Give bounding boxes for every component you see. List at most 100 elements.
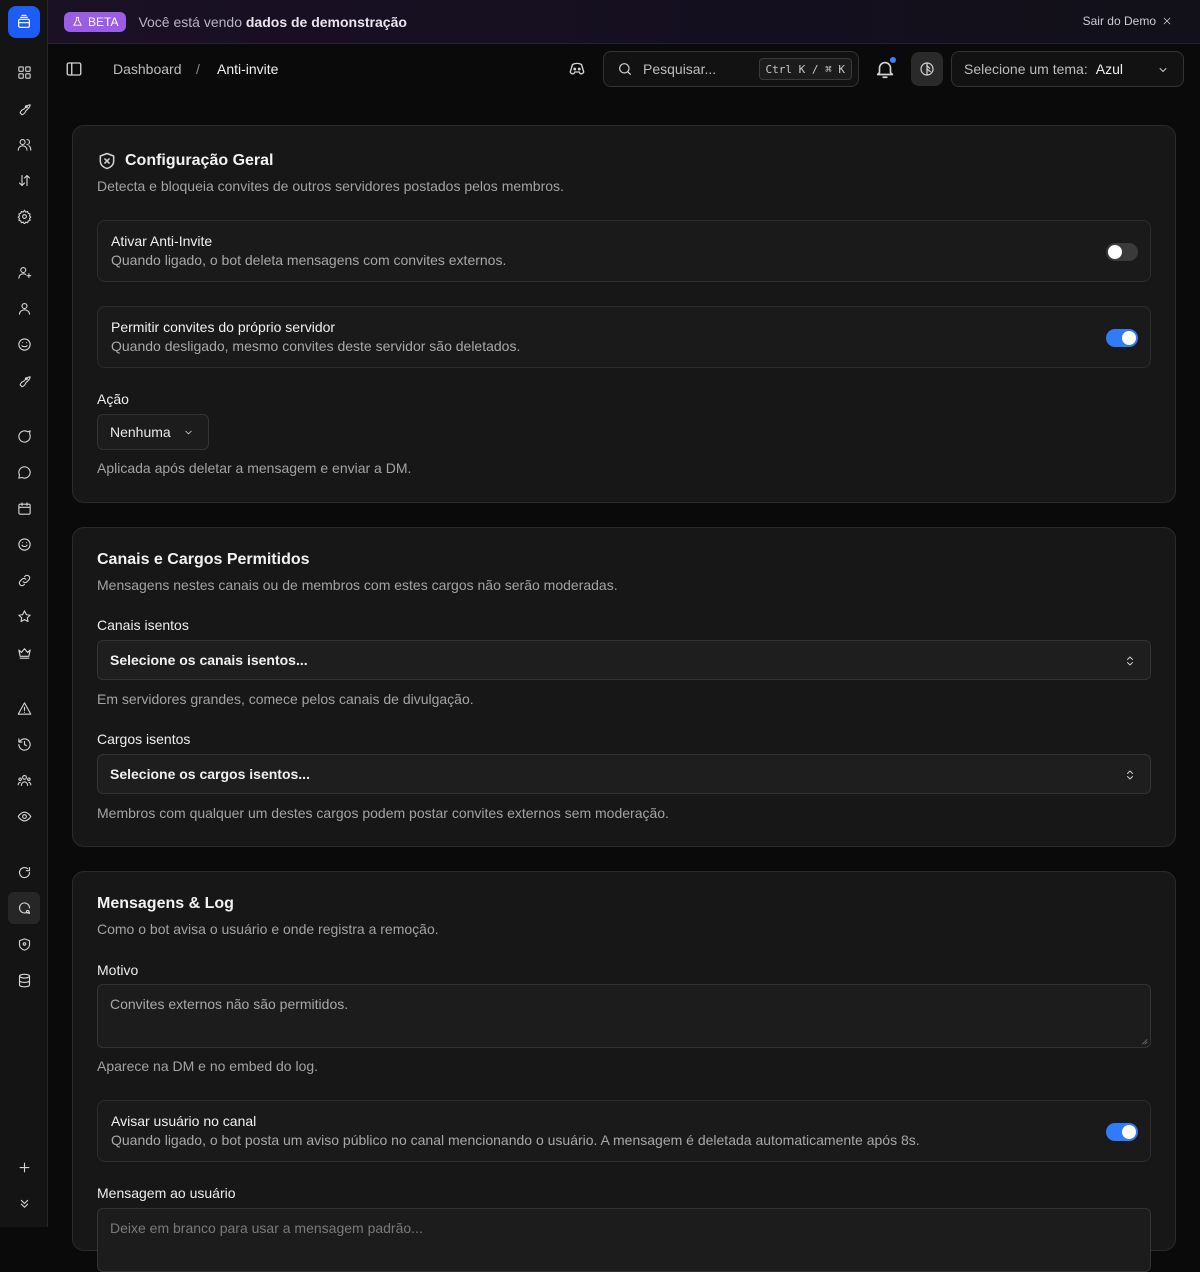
banner-text: Você está vendo dados de demonstração <box>138 14 406 30</box>
eye-icon[interactable] <box>12 804 36 828</box>
user-message-textarea[interactable]: Deixe em branco para usar a mensagem pad… <box>97 1208 1151 1272</box>
chevrons-up-down-icon <box>1127 656 1133 666</box>
calendar-icon[interactable] <box>12 496 36 520</box>
discord-icon[interactable] <box>568 60 586 78</box>
enable-anti-invite-row: Ativar Anti-Invite Quando ligado, o bot … <box>97 220 1151 282</box>
warn-user-description: Quando ligado, o bot posta um aviso públ… <box>111 1132 920 1148</box>
user-plus-icon[interactable] <box>12 260 36 284</box>
warning-icon[interactable] <box>12 696 36 720</box>
dashboard-icon[interactable] <box>12 60 36 84</box>
refresh-message-icon[interactable] <box>12 860 36 884</box>
rocket-icon[interactable] <box>12 96 36 120</box>
theme-select-value: Azul <box>1095 61 1123 77</box>
link-icon[interactable] <box>12 568 36 592</box>
general-config-card: Configuração Geral Detecta e bloqueia co… <box>72 125 1176 503</box>
exempt-roles-placeholder: Selecione os cargos isentos... <box>110 766 310 782</box>
allow-own-invites-description: Quando desligado, mesmo convites deste s… <box>111 338 521 354</box>
messages-log-card: Mensagens & Log Como o bot avisa o usuár… <box>72 871 1176 1272</box>
banner-text-prefix: Você está vendo <box>138 13 246 30</box>
server-stack-icon <box>18 14 30 28</box>
smile-icon[interactable] <box>12 332 36 356</box>
resize-handle-icon[interactable] <box>1140 1037 1148 1045</box>
reason-label: Motivo <box>97 962 139 978</box>
history-icon[interactable] <box>12 732 36 756</box>
general-config-description: Detecta e bloqueia convites de outros se… <box>97 178 564 194</box>
beta-badge-label: BETA <box>88 14 119 29</box>
contrast-icon <box>920 62 934 76</box>
reason-value: Convites externos não são permitidos. <box>110 996 349 1012</box>
crown-icon[interactable] <box>12 640 36 664</box>
chevron-down-icon <box>185 430 192 435</box>
sidebar <box>0 0 48 1227</box>
settings-icon[interactable] <box>12 204 36 228</box>
beta-badge: BETA <box>64 11 127 32</box>
reason-textarea[interactable]: Convites externos não são permitidos. <box>97 984 1151 1048</box>
exempt-channels-placeholder: Selecione os canais isentos... <box>110 652 308 668</box>
messages-title: Mensagens & Log <box>97 895 234 912</box>
shield-x-icon <box>99 152 115 170</box>
plus-icon[interactable] <box>12 1155 36 1179</box>
general-config-title-text: Configuração Geral <box>125 152 274 169</box>
breadcrumb-current: Anti-invite <box>217 61 279 77</box>
search-placeholder: Pesquisar... <box>643 61 717 77</box>
exempt-roles-hint: Membros com qualquer um destes cargos po… <box>97 805 669 821</box>
theme-select[interactable]: Selecione um tema: Azul <box>951 51 1184 87</box>
users-group-icon[interactable] <box>12 768 36 792</box>
search-shortcut: Ctrl K / ⌘ K <box>758 58 852 80</box>
users-icon[interactable] <box>12 132 36 156</box>
enable-anti-invite-title: Ativar Anti-Invite <box>111 233 213 249</box>
user-message-placeholder: Deixe em branco para usar a mensagem pad… <box>110 1220 423 1236</box>
star-icon[interactable] <box>12 604 36 628</box>
allow-own-invites-title: Permitir convites do próprio servidor <box>111 319 336 335</box>
database-icon[interactable] <box>12 968 36 992</box>
exempt-channels-hint: Em servidores grandes, comece pelos cana… <box>97 691 474 707</box>
user-message-label: Mensagem ao usuário <box>97 1185 236 1201</box>
banner-text-bold: dados de demonstração <box>245 13 407 30</box>
breadcrumb-separator: / <box>196 61 200 77</box>
action-select-value: Nenhuma <box>110 424 171 440</box>
breadcrumb-dashboard[interactable]: Dashboard <box>113 61 182 77</box>
user-icon[interactable] <box>12 296 36 320</box>
chevrons-down-icon[interactable] <box>12 1191 36 1215</box>
allow-own-invites-toggle[interactable] <box>1106 329 1138 347</box>
exit-demo-label: Sair do Demo <box>1082 14 1156 28</box>
exempt-channels-label: Canais isentos <box>97 617 189 633</box>
warn-user-title: Avisar usuário no canal <box>111 1113 257 1129</box>
message-icon[interactable] <box>12 424 36 448</box>
sort-icon[interactable] <box>12 168 36 192</box>
reason-hint: Aparece na DM e no embed do log. <box>97 1058 319 1074</box>
shield-icon[interactable] <box>12 932 36 956</box>
toggle-sidebar-icon[interactable] <box>65 60 83 78</box>
flask-icon <box>73 16 82 26</box>
enable-anti-invite-toggle[interactable] <box>1106 243 1138 261</box>
action-hint: Aplicada após deletar a mensagem e envia… <box>97 460 412 476</box>
notification-dot <box>890 57 896 63</box>
exempt-roles-select[interactable]: Selecione os cargos isentos... <box>97 754 1151 794</box>
theme-mode-button[interactable] <box>911 52 943 86</box>
exempt-channels-select[interactable]: Selecione os canais isentos... <box>97 640 1151 680</box>
action-label: Ação <box>97 391 129 407</box>
rocket-icon[interactable] <box>12 368 36 392</box>
allow-own-invites-row: Permitir convites do próprio servidor Qu… <box>97 306 1151 368</box>
search-icon <box>619 63 631 75</box>
warn-user-row: Avisar usuário no canal Quando ligado, o… <box>97 1100 1151 1162</box>
message-search-icon[interactable] <box>8 892 40 924</box>
exit-demo-button[interactable]: Sair do Demo <box>1083 14 1172 28</box>
enable-anti-invite-description: Quando ligado, o bot deleta mensagens co… <box>111 252 507 268</box>
smile-icon[interactable] <box>12 532 36 556</box>
app-logo[interactable] <box>8 6 40 38</box>
allowed-description: Mensagens nestes canais ou de membros co… <box>97 577 618 593</box>
demo-banner: BETA Você está vendo dados de demonstraç… <box>48 0 1200 44</box>
message-icon[interactable] <box>12 460 36 484</box>
allowed-channels-roles-card: Canais e Cargos Permitidos Mensagens nes… <box>72 527 1176 847</box>
close-icon <box>1163 17 1171 25</box>
warn-user-toggle[interactable] <box>1106 1123 1138 1141</box>
exempt-roles-label: Cargos isentos <box>97 731 191 747</box>
general-config-title: Configuração Geral <box>97 151 273 171</box>
action-select[interactable]: Nenhuma <box>97 414 209 450</box>
top-bar: Dashboard / Anti-invite Pesquisar... Ctr… <box>48 44 1200 94</box>
messages-description: Como o bot avisa o usuário e onde regist… <box>97 921 439 937</box>
search-input[interactable]: Pesquisar... Ctrl K / ⌘ K <box>603 51 859 87</box>
chevron-down-icon <box>1159 68 1167 72</box>
allowed-title: Canais e Cargos Permitidos <box>97 551 310 568</box>
